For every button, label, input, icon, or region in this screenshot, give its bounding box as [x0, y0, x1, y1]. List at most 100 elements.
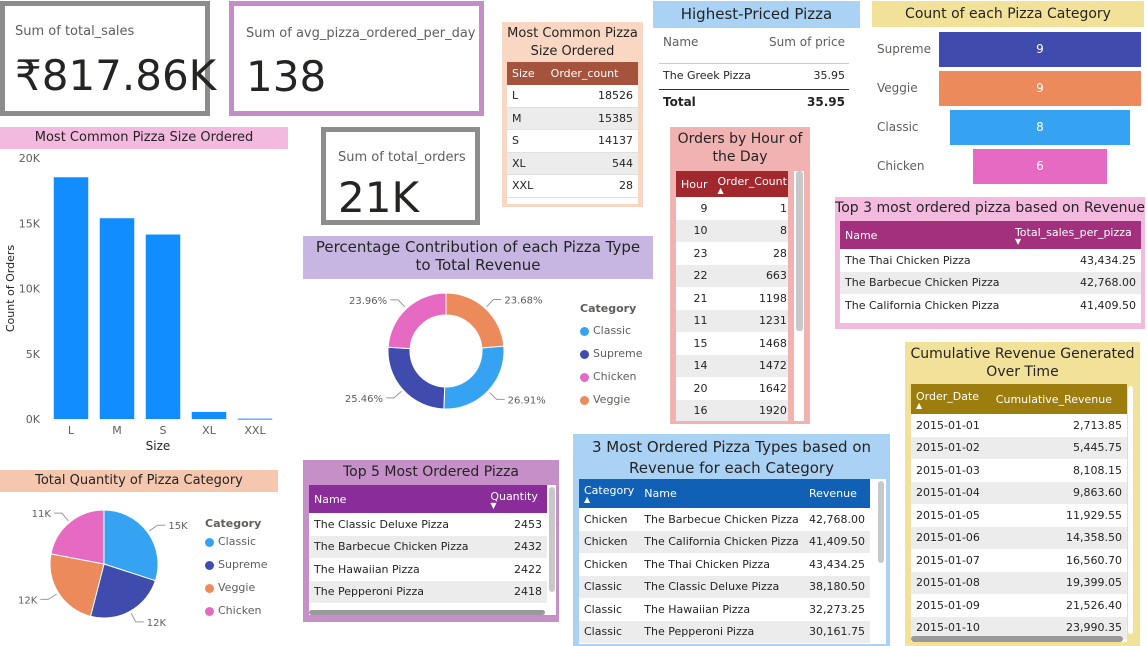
kpi-total-orders-card[interactable]: Sum of total_orders 21K — [321, 127, 480, 225]
size-table-row[interactable]: XL 544 — [507, 152, 638, 175]
size-table-header-size[interactable]: Size — [507, 62, 546, 85]
top5-header-name[interactable]: Name — [309, 485, 485, 513]
size-table-row[interactable]: L 18526 — [507, 84, 638, 108]
legend-item[interactable]: Chicken — [580, 365, 642, 388]
top3-revenue-row[interactable]: The Thai Chicken Pizza 43,434.25 — [840, 249, 1141, 272]
top5-row[interactable]: The Classic Deluxe Pizza 2453 — [309, 513, 547, 536]
top5-card[interactable]: Top 5 Most Ordered Pizza Name Quantity ▼ … — [303, 460, 559, 622]
hour-table-row[interactable]: 15 1468 — [676, 332, 788, 355]
pie-slice-veggie[interactable] — [445, 292, 505, 349]
cumulative-row[interactable]: 2015-01-02 5,445.75 — [911, 436, 1127, 459]
legend-item[interactable]: Classic — [205, 530, 267, 553]
top5-header-quantity[interactable]: Quantity ▼ — [485, 485, 547, 513]
cumulative-scrollbar[interactable] — [1128, 386, 1133, 634]
sort-asc-icon[interactable]: ▲ — [916, 401, 986, 409]
top5-hscrollbar[interactable] — [309, 610, 545, 615]
top3-category-header-name[interactable]: Name — [639, 479, 804, 508]
pie-slice-chicken[interactable] — [387, 292, 447, 350]
legend-item[interactable]: Supreme — [205, 553, 267, 576]
cumulative-row[interactable]: 2015-01-06 14,358.50 — [911, 526, 1127, 549]
top3-category-scrollbar[interactable] — [878, 481, 884, 563]
hour-table-header-hour[interactable]: Hour — [676, 171, 713, 197]
top3-category-header-revenue[interactable]: Revenue — [804, 479, 870, 508]
pie-slice-chicken[interactable] — [50, 509, 105, 565]
hour-table-card[interactable]: Orders by Hour of the Day Hour Order_Cou… — [670, 127, 810, 424]
size-chart-card[interactable]: Most Common Pizza Size Ordered 20K 15K 10K… — [0, 127, 290, 457]
top3-revenue-card[interactable]: Top 3 most ordered pizza based on Revenu… — [835, 197, 1145, 329]
cumulative-row[interactable]: 2015-01-03 8,108.15 — [911, 459, 1127, 482]
size-table-header-count[interactable]: Order_count — [546, 62, 638, 85]
funnel-bar[interactable]: 6 — [972, 149, 1108, 184]
size-bar[interactable] — [53, 177, 89, 419]
kpi-total-sales-card[interactable]: Sum of total_sales ₹817.86K — [0, 1, 216, 116]
sort-asc-icon[interactable]: ▲ — [584, 496, 634, 504]
hour-table-row[interactable]: 11 1231 — [676, 309, 788, 332]
top3-category-row[interactable]: Chicken The Thai Chicken Pizza 43,434.25 — [579, 553, 870, 576]
top3-category-card[interactable]: 3 Most Ordered Pizza Types based on Reve… — [573, 434, 890, 646]
hour-table-row[interactable]: 21 1198 — [676, 287, 788, 310]
highest-priced-header-price[interactable]: Sum of price — [769, 35, 845, 49]
size-bar[interactable] — [145, 234, 181, 419]
legend-item[interactable]: Veggie — [580, 388, 642, 411]
hour-table-row[interactable]: 91 — [676, 197, 788, 220]
top3-revenue-row[interactable]: The California Chicken Pizza 41,409.50 — [840, 294, 1141, 317]
highest-priced-header-name[interactable]: Name — [663, 35, 698, 49]
cumulative-header-revenue[interactable]: Cumulative_Revenue — [991, 384, 1127, 414]
sort-desc-icon[interactable]: ▼ — [1015, 237, 1136, 245]
cumulative-row-cell: 2015-01-07 — [916, 553, 980, 567]
top3-category-row[interactable]: Classic The Hawaiian Pizza 32,273.25 — [579, 598, 870, 621]
category-count-card[interactable]: Count of each Pizza Category Supreme 9 Veg… — [872, 1, 1144, 186]
top5-row[interactable]: The Hawaiian Pizza 2422 — [309, 558, 547, 581]
highest-priced-card[interactable]: Highest-Priced Pizza Name Sum of price T… — [653, 1, 860, 116]
funnel-bar[interactable]: 9 — [939, 71, 1141, 106]
cumulative-header-date[interactable]: Order_Date ▲ — [911, 384, 991, 414]
sort-desc-icon[interactable]: ▼ — [490, 501, 542, 509]
cumulative-hscrollbar[interactable] — [911, 636, 1123, 642]
pct-contribution-card[interactable]: Percentage Contribution of each Pizza Ty… — [303, 236, 653, 436]
top5-row[interactable]: The Pepperoni Pizza 2418 — [309, 580, 547, 603]
legend-item[interactable]: Chicken — [205, 599, 267, 622]
top5-row[interactable]: The Barbecue Chicken Pizza 2432 — [309, 535, 547, 558]
hour-table-row[interactable]: 10 8 — [676, 219, 788, 242]
hour-table-row[interactable]: 22 663 — [676, 264, 788, 287]
size-table-row[interactable]: XXL 28 — [507, 174, 638, 198]
cumulative-row[interactable]: 2015-01-07 16,560.70 — [911, 549, 1127, 572]
size-table-card[interactable]: Most Common Pizza Size Ordered Size Orde… — [502, 22, 643, 207]
size-bar[interactable] — [99, 218, 135, 419]
hour-table-row[interactable]: 20 1642 — [676, 377, 788, 400]
legend-item[interactable]: Classic — [580, 319, 642, 342]
hour-table-row[interactable]: 14 1472 — [676, 354, 788, 377]
pie-slice-supreme[interactable] — [387, 346, 446, 410]
legend-item[interactable]: Veggie — [205, 576, 267, 599]
top3-category-row[interactable]: Chicken The California Chicken Pizza 41,40… — [579, 530, 870, 553]
top3-category-header-category[interactable]: Category ▲ — [579, 479, 639, 508]
top3-revenue-header-name[interactable]: Name — [840, 221, 1010, 249]
sort-asc-icon[interactable]: ▲ — [718, 186, 787, 194]
cumulative-row[interactable]: 2015-01-09 21,526.40 — [911, 594, 1127, 617]
cumulative-row[interactable]: 2015-01-04 9,863.60 — [911, 481, 1127, 504]
hour-table-scrollbar[interactable] — [796, 171, 803, 331]
funnel-bar[interactable]: 9 — [939, 32, 1141, 67]
top3-category-row[interactable]: Classic The Classic Deluxe Pizza 38,180.50 — [579, 575, 870, 598]
hour-table-row[interactable]: 23 28 — [676, 242, 788, 265]
hour-table-row[interactable]: 16 1920 — [676, 399, 788, 421]
hour-table-header-count[interactable]: Order_Count ▲ — [713, 171, 789, 197]
top3-revenue-header-sales[interactable]: Total_sales_per_pizza ▼ — [1010, 221, 1141, 249]
size-bar[interactable] — [237, 418, 273, 420]
cumulative-row[interactable]: 2015-01-01 2,713.85 — [911, 414, 1127, 437]
size-bar[interactable] — [191, 411, 227, 419]
size-table-row[interactable]: M 15385 — [507, 107, 638, 130]
cumulative-card[interactable]: Cumulative Revenue Generated Over Time O… — [905, 342, 1140, 646]
kpi-avg-pizza-card[interactable]: Sum of avg_pizza_ordered_per_day 138 — [229, 1, 484, 116]
funnel-bar[interactable]: 8 — [950, 110, 1130, 145]
cumulative-row[interactable]: 2015-01-08 19,399.05 — [911, 571, 1127, 594]
legend-item[interactable]: Supreme — [580, 342, 642, 365]
top3-category-row[interactable]: Classic The Pepperoni Pizza 30,161.75 — [579, 620, 870, 643]
top5-scrollbar[interactable] — [549, 487, 555, 592]
cumulative-row[interactable]: 2015-01-05 11,929.55 — [911, 504, 1127, 527]
size-table-row[interactable]: S 14137 — [507, 129, 638, 153]
top3-category-row[interactable]: Chicken The Barbecue Chicken Pizza 42,768.… — [579, 508, 870, 531]
pie-slice-classic[interactable] — [443, 345, 505, 410]
quantity-pie-card[interactable]: Total Quantity of Pizza Category 15K 12K 1… — [0, 470, 290, 646]
top3-revenue-row[interactable]: The Barbecue Chicken Pizza 42,768.00 — [840, 271, 1141, 294]
